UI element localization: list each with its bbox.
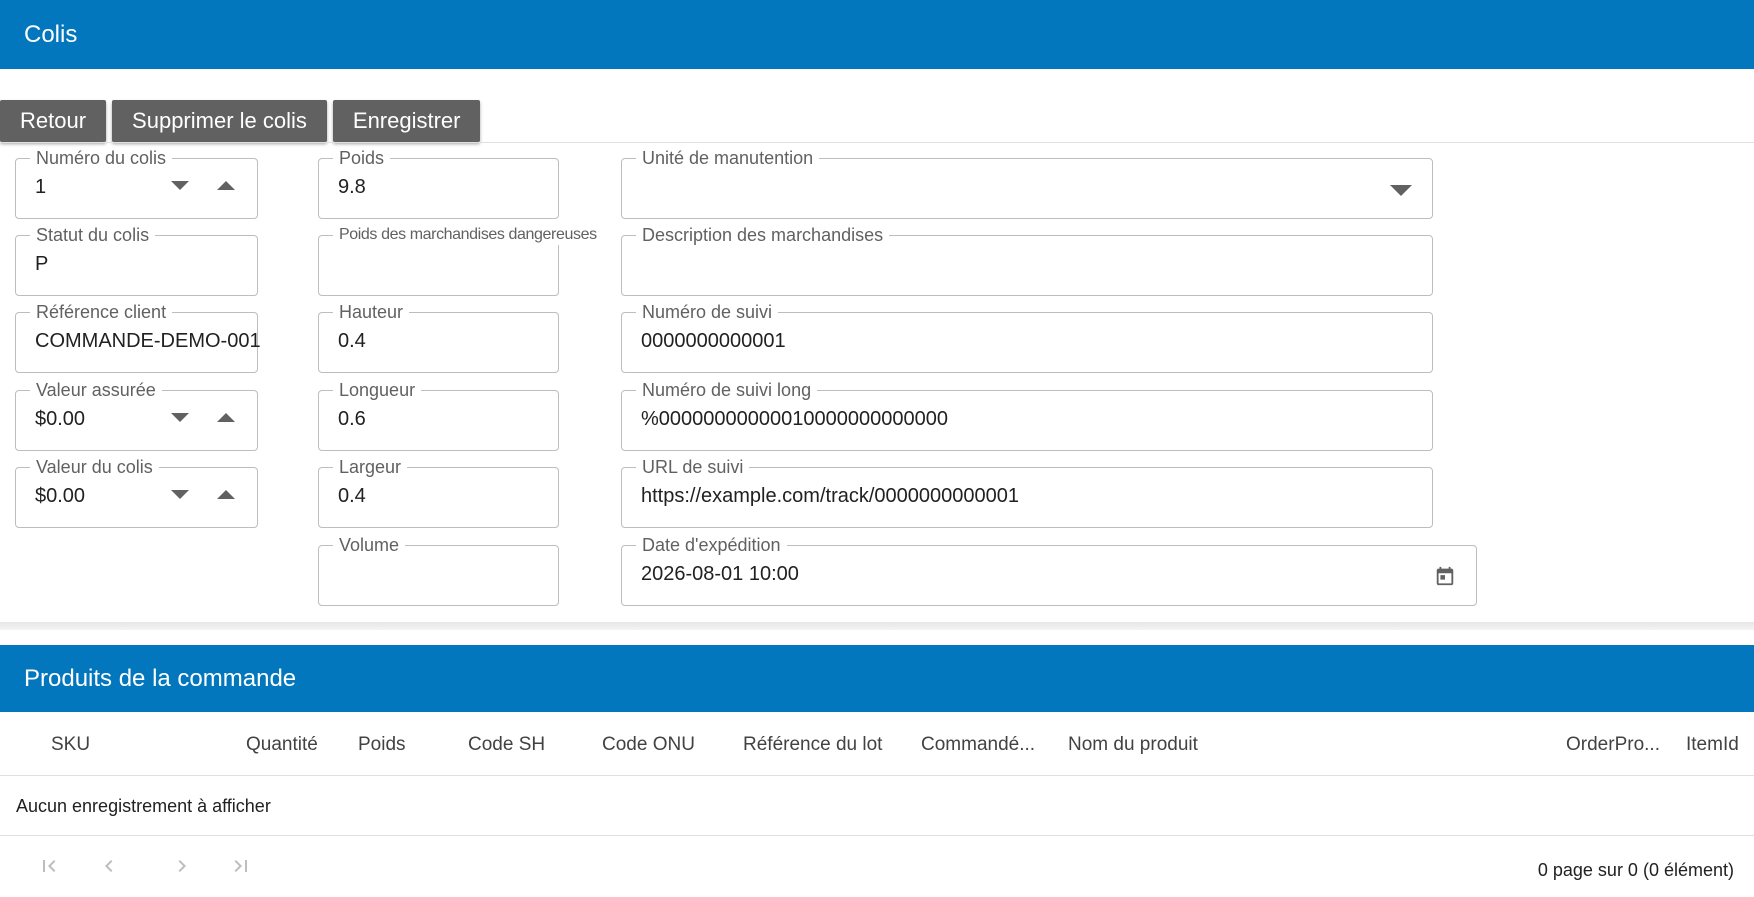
column-header-un-code[interactable]: Code ONU — [602, 734, 695, 756]
volume-field[interactable]: Volume — [318, 535, 559, 606]
first-page-icon[interactable] — [37, 854, 61, 878]
field-label: Numéro de suivi long — [636, 380, 818, 400]
spin-down-icon[interactable] — [171, 181, 189, 190]
dangerous-goods-weight-field[interactable]: Poids des marchandises dangereuses — [318, 225, 603, 296]
chevron-left-icon[interactable] — [97, 854, 121, 878]
page-header: Colis — [0, 0, 1754, 69]
products-title: Produits de la commande — [24, 664, 297, 692]
width-field[interactable]: Largeur 0.4 — [318, 457, 559, 528]
long-tracking-number-field[interactable]: Numéro de suivi long %000000000000100000… — [621, 380, 1433, 451]
column-header-lot-reference[interactable]: Référence du lot — [743, 734, 882, 756]
column-header-weight[interactable]: Poids — [358, 734, 406, 756]
ship-date-field[interactable]: Date d'expédition 2026-08-01 10:00 — [621, 535, 1477, 606]
weight-value: 9.8 — [338, 176, 366, 198]
length-value: 0.6 — [338, 408, 366, 430]
calendar-icon[interactable] — [1434, 565, 1456, 587]
field-label: Valeur du colis — [30, 457, 159, 477]
ship-date-value: 2026-08-01 10:00 — [641, 563, 799, 585]
customer-reference-value: COMMANDE-DEMO-001 — [35, 330, 261, 352]
field-label: Largeur — [333, 457, 408, 477]
pager-info: 0 page sur 0 (0 élément) — [1537, 860, 1734, 880]
field-label: Numéro de suivi — [636, 302, 779, 322]
field-label: Numéro du colis — [30, 148, 173, 168]
weight-field[interactable]: Poids 9.8 — [318, 148, 559, 219]
spin-down-icon[interactable] — [171, 490, 189, 499]
delete-package-button[interactable]: Supprimer le colis — [112, 100, 327, 142]
insured-value-field[interactable]: Valeur assurée $0.00 — [15, 380, 258, 451]
chevron-right-icon[interactable] — [170, 854, 194, 878]
tracking-number-value: 0000000000001 — [641, 330, 786, 352]
handling-unit-select[interactable]: Unité de manutention — [621, 148, 1433, 219]
tracking-url-value: https://example.com/track/0000000000001 — [641, 485, 1020, 507]
spin-up-icon[interactable] — [217, 413, 235, 422]
field-label: Poids des marchandises dangereuses — [333, 225, 603, 245]
width-value: 0.4 — [338, 485, 366, 507]
field-label: Description des marchandises — [636, 225, 890, 245]
field-label: Référence client — [30, 302, 173, 322]
tracking-number-field[interactable]: Numéro de suivi 0000000000001 — [621, 302, 1433, 373]
page-title: Colis — [24, 20, 78, 48]
pager: 0 page sur 0 (0 élément) — [0, 836, 1754, 897]
spin-down-icon[interactable] — [171, 413, 189, 422]
field-label: Poids — [333, 148, 391, 168]
field-label: Longueur — [333, 380, 422, 400]
length-field[interactable]: Longueur 0.6 — [318, 380, 559, 451]
tracking-url-field[interactable]: URL de suivi https://example.com/track/0… — [621, 457, 1433, 528]
back-button[interactable]: Retour — [0, 100, 107, 142]
save-button[interactable]: Enregistrer — [332, 100, 481, 142]
package-status-field[interactable]: Statut du colis P — [15, 225, 258, 296]
package-number-value: 1 — [35, 176, 47, 198]
empty-message: Aucun enregistrement à afficher — [16, 796, 271, 816]
package-number-field[interactable]: Numéro du colis 1 — [15, 148, 258, 219]
column-header-product-name[interactable]: Nom du produit — [1068, 734, 1198, 756]
column-header-quantity[interactable]: Quantité — [246, 734, 318, 756]
package-value-field[interactable]: Valeur du colis $0.00 — [15, 457, 258, 528]
toolbar: Retour Supprimer le colis Enregistrer — [0, 100, 481, 142]
chevron-down-icon[interactable] — [1390, 185, 1412, 196]
field-label: Hauteur — [333, 302, 410, 322]
section-divider — [0, 622, 1754, 630]
field-label: URL de suivi — [636, 457, 750, 477]
field-label: Date d'expédition — [636, 535, 787, 555]
package-status-value: P — [35, 253, 49, 275]
column-header-sku[interactable]: SKU — [51, 734, 90, 756]
package-value-value: $0.00 — [35, 485, 86, 507]
goods-description-field[interactable]: Description des marchandises — [621, 225, 1433, 296]
column-header-itemid[interactable]: ItemId — [1686, 734, 1739, 756]
column-header-hs-code[interactable]: Code SH — [468, 734, 545, 756]
field-label: Volume — [333, 535, 406, 555]
products-header: Produits de la commande — [0, 645, 1754, 712]
height-value: 0.4 — [338, 330, 366, 352]
spin-up-icon[interactable] — [217, 490, 235, 499]
customer-reference-field[interactable]: Référence client COMMANDE-DEMO-001 — [15, 302, 261, 373]
field-label: Unité de manutention — [636, 148, 820, 168]
height-field[interactable]: Hauteur 0.4 — [318, 302, 559, 373]
column-header-orderpro[interactable]: OrderPro... — [1566, 734, 1660, 756]
long-tracking-number-value: %00000000000010000000000000 — [641, 408, 948, 430]
field-label: Valeur assurée — [30, 380, 162, 400]
products-table-header: SKU Quantité Poids Code SH Code ONU Réfé… — [0, 712, 1754, 776]
spin-up-icon[interactable] — [217, 181, 235, 190]
toolbar-divider — [0, 142, 1754, 143]
products-table-body: Aucun enregistrement à afficher — [0, 776, 1754, 836]
column-header-ordered[interactable]: Commandé... — [921, 734, 1035, 756]
last-page-icon[interactable] — [229, 854, 253, 878]
field-label: Statut du colis — [30, 225, 156, 245]
insured-value-value: $0.00 — [35, 408, 86, 430]
